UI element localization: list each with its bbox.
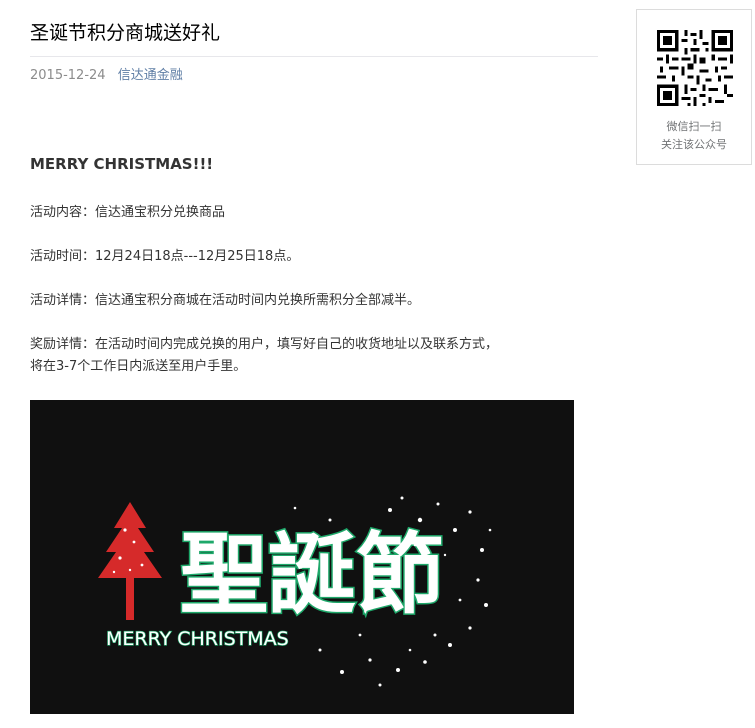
qr-caption: 微信扫一扫 关注该公众号 — [637, 118, 751, 154]
qr-code-icon — [657, 30, 733, 106]
account-link[interactable]: 信达通金融 — [118, 68, 183, 83]
article-title: 圣诞节积分商城送好礼 — [30, 22, 221, 44]
qr-code-panel: 微信扫一扫 关注该公众号 — [636, 9, 752, 165]
banner-big-text: 聖誕節 — [180, 523, 444, 626]
qr-caption-line2: 关注该公众号 — [661, 138, 727, 151]
article-headline: MERRY CHRISTMAS!!! — [30, 155, 214, 173]
article: 圣诞节积分商城送好礼 2015-12-24 信达通金融 MERRY CHRIST… — [30, 0, 598, 714]
paragraph-activity-content: 活动内容：信达通宝积分兑换商品 — [30, 205, 226, 220]
article-meta: 2015-12-24 信达通金融 — [30, 67, 183, 85]
paragraph-reward-details: 奖励详情：在活动时间内完成兑换的用户，填写好自己的收货地址以及联系方式，将在3-… — [30, 337, 499, 374]
christmas-tree-icon — [98, 502, 162, 620]
paragraph-activity-time: 活动时间：12月24日18点---12月25日18点。 — [30, 249, 300, 264]
title-divider — [30, 56, 598, 57]
paragraph-activity-details: 活动详情：信达通宝积分商城在活动时间内兑换所需积分全部减半。 — [30, 293, 421, 308]
publish-date: 2015-12-24 — [30, 68, 106, 83]
qr-caption-line1: 微信扫一扫 — [666, 120, 722, 133]
banner-sub-text: MERRY CHRISTMAS — [106, 628, 289, 650]
christmas-banner-graphic: 聖誕節 MERRY CHRISTMAS — [98, 496, 492, 687]
christmas-banner-image: 聖誕節 MERRY CHRISTMAS — [30, 400, 574, 714]
